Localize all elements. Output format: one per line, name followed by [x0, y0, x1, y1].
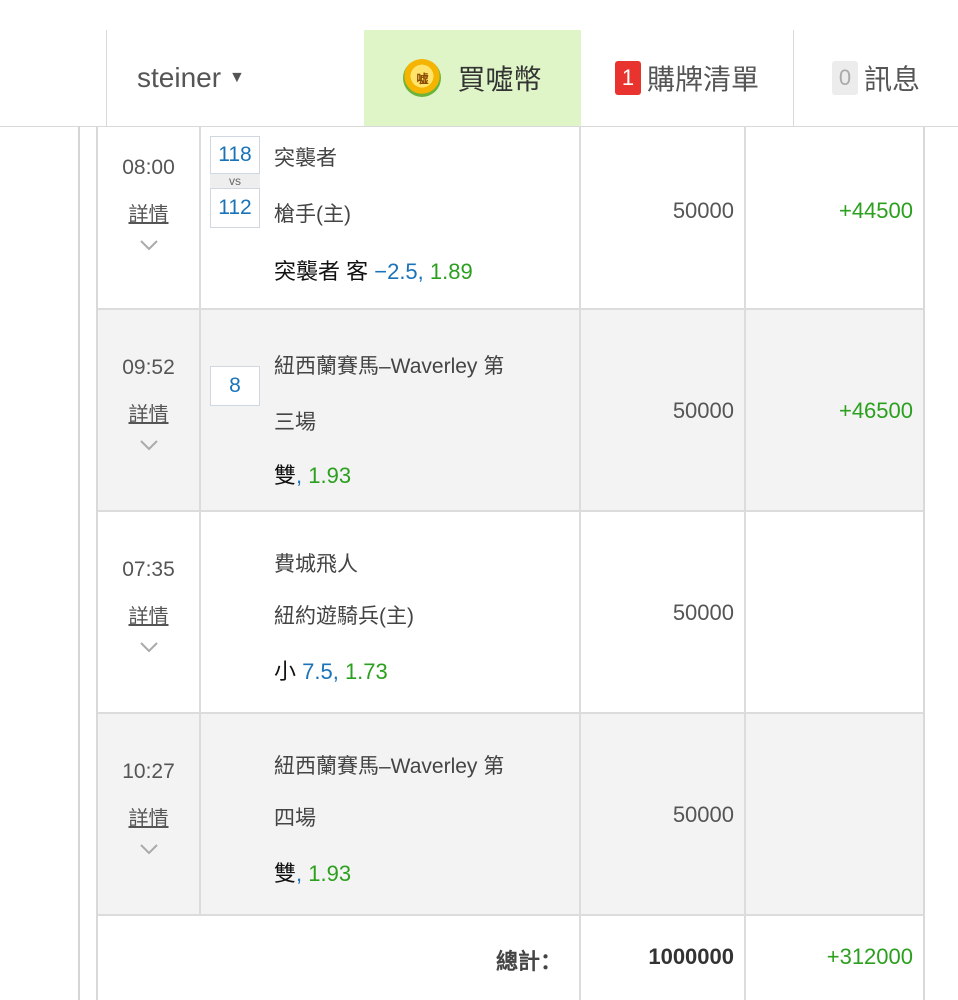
bet-stake: 50000	[672, 398, 734, 423]
bet-winnings: +46500	[838, 398, 913, 423]
cart-button[interactable]: 1 購牌清單	[581, 30, 794, 126]
buy-coin-label: 買噓幣	[457, 64, 542, 95]
bet-row: 07:35 詳情 費城飛人 紐約遊騎兵(主) 小 7.5, 1.73 50000	[98, 512, 923, 714]
detail-link[interactable]: 詳情	[98, 802, 199, 831]
message-count-badge: 0	[831, 61, 858, 95]
team-home: 紐約遊騎兵(主)	[274, 605, 414, 628]
event-name: 紐西蘭賽馬–Waverley 第	[274, 755, 505, 778]
team-home: 槍手(主)	[274, 203, 351, 226]
pick-odds: 1.93	[302, 463, 352, 488]
coin-icon-text: 嘘	[416, 71, 429, 86]
bet-row: 08:00 詳情 118 vs 112 突襲者 槍手(主) 突襲者 客 −2.5…	[98, 126, 923, 310]
bet-row: 10:27 詳情 紐西蘭賽馬–Waverley 第 四場 雙, 1.93 500…	[98, 714, 923, 916]
pick-label: 小	[274, 659, 303, 684]
detail-link[interactable]: 詳情	[98, 600, 199, 629]
event-name: 紐西蘭賽馬–Waverley 第	[274, 355, 505, 378]
bet-time: 10:27	[122, 760, 175, 783]
bet-winnings: +44500	[838, 198, 913, 223]
bet-pick: 雙, 1.93	[274, 856, 351, 888]
detail-link[interactable]: 詳情	[98, 398, 199, 427]
total-row: 總計： 1000000 +312000	[98, 916, 923, 1000]
pick-label: 雙	[274, 861, 297, 886]
bet-time: 09:52	[122, 356, 175, 379]
bet-row: 09:52 詳情 8 紐西蘭賽馬–Waverley 第 三場 雙, 1.93 5…	[98, 310, 923, 512]
chevron-down-icon[interactable]	[98, 434, 199, 457]
cart-label: 購牌清單	[646, 64, 759, 95]
pick-odds: 1.73	[338, 659, 388, 684]
messages-label: 訊息	[863, 64, 920, 95]
total-winnings: +312000	[826, 944, 913, 969]
coin-icon: 嘘	[403, 59, 442, 97]
chevron-down-icon[interactable]	[98, 234, 199, 257]
chevron-down-icon[interactable]	[98, 838, 199, 861]
bet-pick: 小 7.5, 1.73	[274, 654, 388, 686]
top-nav: steiner ▼ 嘘 買噓幣 1 購牌清單 0 訊息	[0, 30, 958, 127]
pick-label: 雙	[274, 463, 297, 488]
caret-down-icon: ▼	[229, 69, 245, 86]
user-menu[interactable]: steiner ▼	[106, 30, 364, 126]
detail-link[interactable]: 詳情	[98, 198, 199, 227]
cart-count-badge: 1	[614, 61, 641, 95]
pick-odds: 1.89	[423, 259, 473, 284]
bet-pick: 雙, 1.93	[274, 458, 351, 490]
vs-label: vs	[210, 174, 260, 188]
bet-stake: 50000	[672, 600, 734, 625]
left-rail	[78, 126, 80, 1000]
team-number: 112	[210, 188, 260, 228]
total-stake: 1000000	[648, 944, 734, 969]
team-number: 118	[210, 136, 260, 174]
pick-odds: 1.93	[302, 861, 352, 886]
buy-coin-button[interactable]: 嘘 買噓幣	[364, 30, 581, 126]
team-away: 突襲者	[274, 147, 337, 170]
messages-button[interactable]: 0 訊息	[794, 30, 958, 126]
pick-handicap: −2.5,	[374, 259, 424, 284]
bet-stake: 50000	[672, 198, 734, 223]
race-number: 8	[210, 366, 260, 406]
team-away: 費城飛人	[274, 553, 358, 576]
event-name-cont: 三場	[274, 411, 316, 434]
bet-list: 08:00 詳情 118 vs 112 突襲者 槍手(主) 突襲者 客 −2.5…	[96, 126, 925, 1000]
pick-handicap: 7.5,	[302, 659, 339, 684]
bet-pick: 突襲者 客 −2.5, 1.89	[274, 254, 473, 286]
bet-time: 07:35	[122, 558, 175, 581]
username: steiner	[137, 62, 222, 93]
event-name-cont: 四場	[274, 807, 316, 830]
bet-time: 08:00	[122, 156, 175, 179]
total-label: 總計：	[495, 949, 562, 974]
chevron-down-icon[interactable]	[98, 636, 199, 659]
pick-label: 突襲者 客	[274, 259, 375, 284]
bet-stake: 50000	[672, 802, 734, 827]
